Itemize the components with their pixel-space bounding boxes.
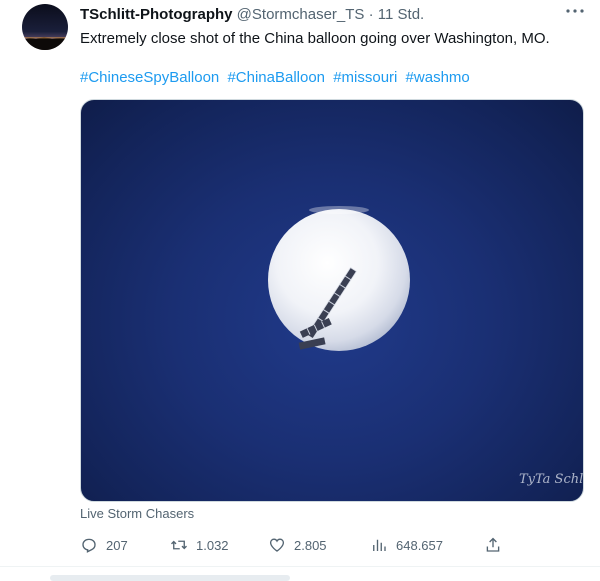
retweet-button[interactable]: 1.032 [170, 534, 229, 556]
hashtag-link[interactable]: #missouri [333, 69, 397, 86]
balloon-photo: TyTa Schlitt [268, 206, 584, 487]
hashtag-row: #ChineseSpyBalloon #ChinaBalloon #missou… [80, 68, 474, 87]
separator-dot: · [368, 6, 374, 23]
next-tweet-preview [50, 575, 290, 581]
more-horizontal-icon[interactable] [563, 4, 587, 20]
retweet-icon [171, 540, 187, 550]
action-bar: 207 1.032 2.805 648.657 [80, 534, 520, 556]
balloon-envelope [268, 209, 410, 351]
avatar[interactable] [22, 4, 68, 50]
hashtag-link[interactable]: #ChinaBalloon [227, 69, 325, 86]
views-count: 648.657 [396, 537, 443, 553]
like-button[interactable]: 2.805 [268, 534, 327, 556]
tweet-text: Extremely close shot of the China balloo… [80, 30, 550, 47]
photo-watermark: TyTa Schlitt [519, 472, 584, 487]
share-button[interactable] [484, 534, 510, 556]
author-handle[interactable]: @Stormchaser_TS [237, 6, 365, 23]
like-count: 2.805 [294, 537, 327, 553]
media-caption[interactable]: Live Storm Chasers [80, 506, 194, 521]
share-icon [486, 537, 500, 552]
avatar-image [22, 4, 68, 50]
views-icon [373, 539, 386, 551]
like-icon [269, 538, 285, 552]
retweet-count: 1.032 [196, 537, 229, 553]
hashtag-link[interactable]: #washmo [406, 69, 470, 86]
tweet: TSchlitt-Photography @Stormchaser_TS · 1… [0, 0, 600, 581]
tweet-divider [0, 566, 600, 567]
reply-count: 207 [106, 537, 128, 553]
tweet-header: TSchlitt-Photography @Stormchaser_TS · 1… [80, 6, 424, 24]
tweet-photo[interactable]: TyTa Schlitt [80, 99, 584, 502]
author-name[interactable]: TSchlitt-Photography [80, 6, 233, 23]
views-button[interactable]: 648.657 [370, 534, 443, 556]
reply-button[interactable]: 207 [80, 534, 128, 556]
hashtag-link[interactable]: #ChineseSpyBalloon [80, 69, 219, 86]
tweet-timestamp[interactable]: 11 Std. [378, 6, 424, 23]
reply-icon [82, 538, 96, 553]
